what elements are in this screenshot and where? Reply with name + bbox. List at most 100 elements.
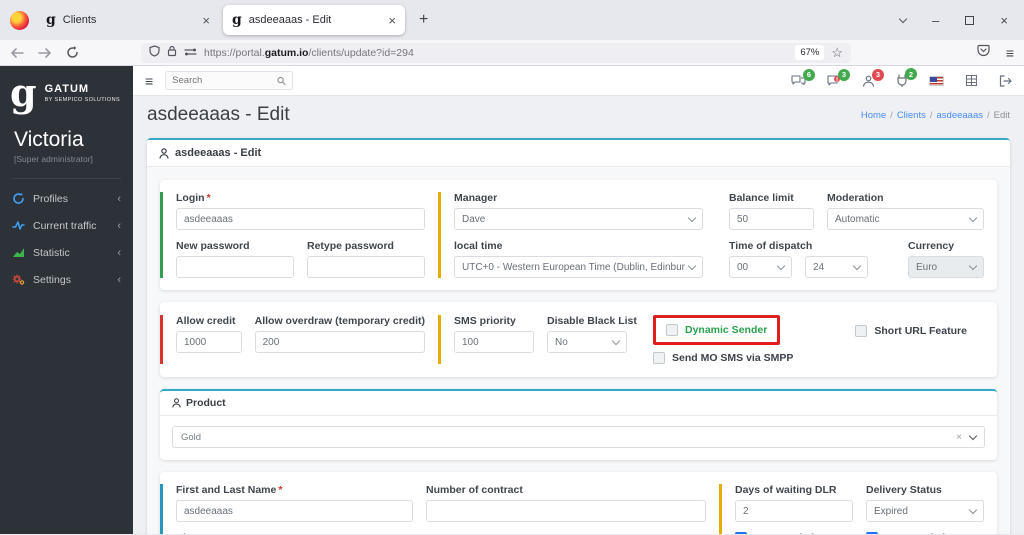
dynamic-sender-checkbox[interactable] [666,324,678,336]
dynamic-sender-label: Dynamic Sender [685,324,768,336]
can-send-api-label: Can Send via API [885,532,971,534]
product-card: Product Gold × [160,389,997,460]
allow-credit-label: Allow credit [176,315,236,327]
balance-limit-label: Balance limit [729,192,794,204]
sms-priority-label: SMS priority [454,315,516,327]
allow-credit-input[interactable] [176,331,242,353]
retype-password-input[interactable] [307,256,425,278]
dispatch-hour-select[interactable]: 00 [729,256,792,278]
close-window-button[interactable]: × [1000,14,1008,27]
zoom-level-badge[interactable]: 67% [795,45,825,60]
chevron-down-icon [687,261,697,270]
current-traffic-icon [12,221,25,231]
delivery-status-select[interactable]: Expired [866,500,984,522]
chevron-down-icon [968,431,978,440]
sidebar-toggle-icon[interactable]: ≡ [145,73,153,89]
number-of-contract-input[interactable] [426,500,706,522]
short-url-checkbox[interactable] [855,325,868,337]
login-label: Login * [176,192,211,204]
search-icon [277,76,286,85]
send-mo-sms-checkbox[interactable] [653,352,665,364]
new-password-input[interactable] [176,256,294,278]
clear-selection-icon[interactable]: × [956,432,962,443]
breadcrumb-home[interactable]: Home [861,110,886,121]
bookmark-star-icon[interactable]: ☆ [831,45,843,61]
reload-button-icon[interactable] [66,46,79,59]
browser-tab-clients[interactable]: g Clients × [37,5,219,35]
edit-card: asdeeaaas - Edit Login * asdeeaaas New p… [147,138,1010,534]
moderation-badge: 3 [838,68,850,81]
dispatch-count-select[interactable]: 24 [805,256,868,278]
settings-icon [12,274,25,286]
user-name: Victoria [14,128,84,152]
minimize-button[interactable]: – [932,14,939,27]
first-last-name-label: First and Last Name * [176,484,283,496]
allow-overdraw-label: Allow overdraw (temporary credit) [254,315,425,327]
required-asterisk: * [278,484,283,496]
breadcrumb-client[interactable]: asdeeaaas [937,110,983,121]
back-button-icon[interactable] [10,47,24,59]
allow-overdraw-input[interactable] [254,331,425,353]
brand-tagline: BY SEMPICO SOLUTIONS [44,97,121,104]
permissions-icon[interactable] [184,44,197,62]
moderation-icon[interactable]: 3 [827,68,850,87]
forward-button-icon[interactable] [38,47,52,59]
retype-password-label: Retype password [307,240,394,252]
sidebar: g GATUM BY SEMPICO SOLUTIONS Victoria [S… [0,66,133,534]
restore-button[interactable] [965,15,975,25]
moderation-select[interactable]: Automatic [827,208,984,230]
disable-black-list-select[interactable]: No [547,331,627,353]
manager-select[interactable]: Dave [454,208,703,230]
connections-icon[interactable]: 2 [896,68,917,87]
can-send-smpp-checkbox[interactable]: ✓ [735,532,747,534]
breadcrumb-clients[interactable]: Clients [897,110,926,121]
browser-tab-edit[interactable]: g asdeeaaas - Edit × [223,5,405,35]
users-badge: 3 [872,68,884,81]
can-send-smpp-label: Can Send via SMPP [754,532,853,534]
balance-limit-input[interactable] [729,208,814,230]
sidebar-item-current-traffic[interactable]: Current traffic ‹ [0,212,133,239]
send-mo-sms-checkbox-row[interactable]: Send MO SMS via SMPP [653,352,793,364]
search-input[interactable] [172,75,274,86]
apps-grid-icon[interactable] [965,74,978,87]
user-role: [Super administrator] [14,154,93,165]
dynamic-sender-checkbox-row[interactable]: Dynamic Sender [666,324,767,336]
logout-icon[interactable] [999,74,1012,87]
tab-list-chevron-icon[interactable] [898,14,908,23]
local-time-select[interactable]: UTC+0 - Western European Time (Dublin, E… [454,256,703,278]
sidebar-item-statistic[interactable]: Statistic ‹ [0,239,133,266]
sms-priority-input[interactable] [454,331,534,353]
can-send-smpp-checkbox-row[interactable]: ✓ Can Send via SMPP [735,532,853,534]
page-title: asdeeaaas - Edit [147,104,290,125]
new-tab-button[interactable]: + [409,11,438,29]
can-send-api-checkbox[interactable]: ✓ [866,532,878,534]
first-last-name-input[interactable] [176,500,413,522]
browser-navbar: https://portal.gatum.io/clients/update?i… [0,40,1024,66]
product-select[interactable]: Gold × [172,426,985,448]
pocket-icon[interactable] [977,44,990,62]
sidebar-item-settings[interactable]: Settings ‹ [0,266,133,293]
login-input[interactable] [176,208,425,230]
delivery-status-label: Delivery Status [866,484,942,496]
search-box[interactable] [165,71,294,90]
collapse-chevron-icon: ‹ [117,273,121,286]
profiles-icon [13,193,24,205]
days-waiting-dlr-input[interactable] [735,500,853,522]
lock-icon[interactable] [167,44,177,62]
statistic-icon [13,248,24,258]
short-url-checkbox-row[interactable]: Short URL Feature [855,325,967,337]
can-send-api-checkbox-row[interactable]: ✓ Can Send via API [866,532,984,534]
tracking-shield-icon[interactable] [149,44,160,62]
tab-close-icon[interactable]: × [388,13,396,28]
chevron-down-icon [968,261,978,270]
browser-menu-icon[interactable]: ≡ [1006,45,1014,61]
days-waiting-dlr-label: Days of waiting DLR [735,484,837,496]
sidebar-item-profiles[interactable]: Profiles ‹ [0,185,133,212]
gatum-logo-icon: g [10,70,37,115]
language-flag-icon[interactable] [929,75,944,86]
tab-close-icon[interactable]: × [202,13,210,28]
messages-icon[interactable]: 6 [791,68,815,87]
short-url-label: Short URL Feature [874,325,967,337]
users-icon[interactable]: 3 [862,68,884,87]
url-bar[interactable]: https://portal.gatum.io/clients/update?i… [141,42,851,63]
